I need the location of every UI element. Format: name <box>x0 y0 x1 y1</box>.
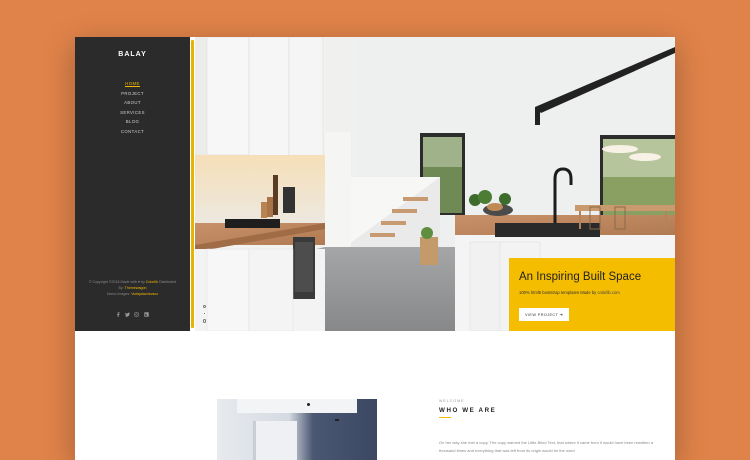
demo-images-link[interactable]: Vodsjalachevaco <box>131 292 158 296</box>
nav-label: HOME <box>125 81 140 87</box>
scrollbar-thumb[interactable] <box>191 40 194 328</box>
hero-subtitle-link[interactable]: colorlib.com <box>597 290 619 295</box>
about-image-light <box>335 419 339 421</box>
social-links <box>75 312 190 318</box>
copyright-text: © Copyright ©2018 Made with <box>88 280 137 284</box>
nav-label: ABOUT <box>124 100 141 106</box>
nav-label: SERVICES <box>120 109 145 115</box>
instagram-icon[interactable] <box>134 312 140 318</box>
by-text: by <box>141 280 145 284</box>
slider-dot-active[interactable] <box>203 312 207 316</box>
slider-dot[interactable] <box>203 319 207 323</box>
website-preview-frame: BALAY HOME PROJECT ABOUT SERVICES BLOG C… <box>75 37 675 460</box>
nav-item-home[interactable]: HOME <box>75 79 190 89</box>
nav-item-services[interactable]: SERVICES <box>75 108 190 118</box>
about-image-doorway <box>253 421 297 460</box>
site-logo[interactable]: BALAY <box>75 51 190 58</box>
themewagon-link[interactable]: Themewagon <box>125 286 147 290</box>
slider-dot[interactable] <box>203 305 207 309</box>
about-eyebrow: WELCOME <box>439 399 465 403</box>
demo-images-text: Demo Images: <box>106 292 131 297</box>
linkedin-icon[interactable] <box>143 312 149 318</box>
hero-subtitle-text: 100% html5 bootstrap templates Made by <box>519 290 597 295</box>
demo-images-line: Demo Images: Vodsjalachevaco <box>75 291 190 297</box>
nav-item-project[interactable]: PROJECT <box>75 89 190 99</box>
hero-subtitle: 100% html5 bootstrap templates Made by c… <box>519 290 675 295</box>
view-project-button[interactable]: VIEW PROJECT ➜ <box>519 308 570 321</box>
nav-item-contact[interactable]: CONTACT <box>75 127 190 137</box>
heart-icon: ♥ <box>137 280 140 284</box>
by-text: By: <box>118 286 124 291</box>
nav-label: CONTACT <box>120 128 145 134</box>
facebook-icon[interactable] <box>116 312 120 318</box>
main-nav: HOME PROJECT ABOUT SERVICES BLOG CONTACT <box>75 79 190 137</box>
hero-title: An Inspiring Built Space <box>519 271 642 283</box>
sidebar: BALAY HOME PROJECT ABOUT SERVICES BLOG C… <box>75 37 190 331</box>
nav-item-about[interactable]: ABOUT <box>75 98 190 108</box>
about-image <box>217 399 377 460</box>
nav-label: BLOG <box>125 119 140 125</box>
about-image-ceiling <box>237 399 357 413</box>
nav-label: PROJECT <box>121 90 144 96</box>
about-image-light <box>307 403 310 406</box>
slider-dots <box>203 305 207 327</box>
colorlib-link[interactable]: Colorlib <box>146 280 158 284</box>
about-paragraph: On her way she met a copy. The copy warn… <box>439 440 654 454</box>
heading-underline <box>439 417 451 418</box>
about-heading: WHO WE ARE <box>439 407 497 414</box>
distributed-text: Distributed <box>158 280 177 284</box>
hero-caption-card: An Inspiring Built Space 100% html5 boot… <box>509 258 675 331</box>
twitter-icon[interactable] <box>124 312 130 318</box>
nav-item-blog[interactable]: BLOG <box>75 117 190 127</box>
sidebar-footer: © Copyright ©2018 Made with ♥ by Colorli… <box>75 279 190 298</box>
